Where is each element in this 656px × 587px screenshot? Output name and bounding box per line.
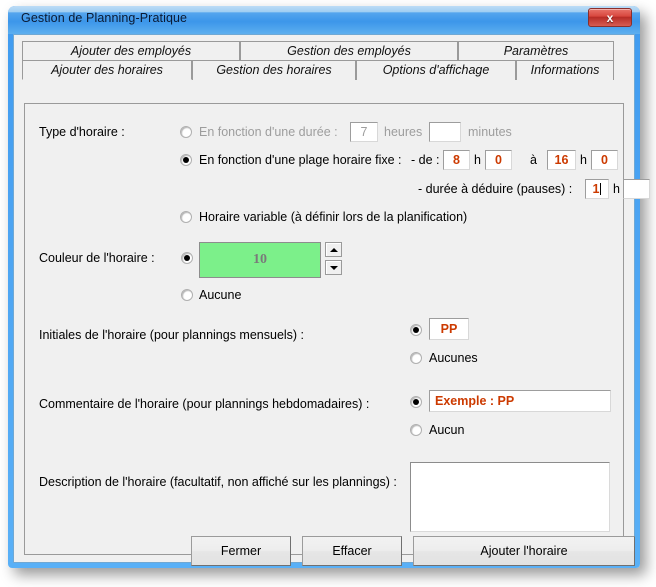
schedule-type-label: Type d'horaire : (39, 125, 125, 139)
close-button[interactable]: x (588, 8, 632, 27)
tab-options-daffichage[interactable]: Options d'affichage (356, 60, 516, 80)
tab-gestion-des-employes[interactable]: Gestion des employés (240, 41, 458, 61)
radio-couleur-aucune[interactable] (181, 289, 193, 301)
radio-initiales-aucunes[interactable] (410, 352, 422, 364)
pause-hour-input[interactable]: 1 (585, 179, 609, 199)
option-duration-label: En fonction d'une durée : (199, 125, 338, 139)
comment-label: Commentaire de l'horaire (pour plannings… (39, 397, 370, 411)
tab-label: Paramètres (503, 44, 569, 58)
from-minute-input[interactable]: 0 (485, 150, 512, 170)
tab-gestion-des-horaires[interactable]: Gestion des horaires (192, 60, 356, 80)
ajouter-lhoraire-button-label: Ajouter l'horaire (480, 544, 568, 558)
from-minute-value: 0 (495, 153, 502, 167)
tab-row-lower: Ajouter des horaires Gestion des horaire… (22, 60, 614, 80)
initials-value: PP (440, 322, 458, 336)
initials-none-label: Aucunes (429, 351, 478, 365)
tab-informations[interactable]: Informations (516, 60, 614, 80)
color-none-label: Aucune (199, 288, 242, 302)
to-hour-value: 16 (554, 153, 569, 167)
ajouter-lhoraire-button[interactable]: Ajouter l'horaire (413, 536, 635, 566)
radio-horaire-variable[interactable] (180, 211, 192, 223)
chevron-up-icon (329, 247, 338, 252)
radio-commentaire[interactable] (410, 396, 422, 408)
radio-initiales[interactable] (410, 324, 422, 336)
radio-couleur[interactable] (181, 252, 193, 264)
color-swatch[interactable]: 10 (199, 242, 321, 278)
duration-hours-value: 7 (360, 125, 368, 139)
title-bar: Gestion de Planning-Pratique x (8, 6, 640, 34)
chevron-down-icon (329, 265, 338, 270)
description-label: Description de l'horaire (facultatif, no… (39, 475, 397, 489)
color-swatch-value: 10 (253, 252, 267, 267)
fermer-button[interactable]: Fermer (191, 536, 291, 566)
tab-ajouter-des-employes[interactable]: Ajouter des employés (22, 41, 240, 61)
tab-label: Ajouter des horaires (51, 63, 163, 77)
radio-en-fonction-dune-duree[interactable] (180, 126, 192, 138)
to-minute-input[interactable]: 0 (591, 150, 618, 170)
effacer-button[interactable]: Effacer (302, 536, 402, 566)
dialog-client-area: Ajouter des employés Gestion des employé… (13, 34, 650, 566)
tab-ajouter-des-horaires[interactable]: Ajouter des horaires (22, 60, 192, 80)
initials-input[interactable]: PP (429, 318, 469, 340)
tab-row-upper: Ajouter des employés Gestion des employé… (22, 41, 614, 61)
from-hour-value: 8 (453, 153, 460, 167)
pause-minute-input[interactable] (623, 179, 650, 199)
radio-commentaire-aucun[interactable] (410, 424, 422, 436)
dialog-window: Gestion de Planning-Pratique x Ajouter d… (8, 6, 650, 568)
pause-hour-separator: h (613, 182, 620, 196)
tab-label: Ajouter des employés (70, 44, 192, 58)
duration-minutes-unit-label: minutes (468, 125, 512, 139)
to-minute-value: 0 (601, 153, 608, 167)
from-hour-separator: h (474, 153, 481, 167)
pause-hour-value: 1 (592, 182, 600, 196)
option-fixed-range-label: En fonction d'une plage horaire fixe : (199, 153, 402, 167)
tab-label: Gestion des horaires (216, 63, 332, 77)
fermer-button-label: Fermer (220, 544, 262, 558)
comment-none-label: Aucun (429, 423, 465, 437)
from-label: - de : (411, 153, 440, 167)
radio-plage-horaire-fixe[interactable] (180, 154, 192, 166)
duration-hours-unit-label: heures (384, 125, 423, 139)
duration-hours-input[interactable]: 7 (350, 122, 378, 142)
initials-label: Initiales de l'horaire (pour plannings m… (39, 328, 305, 342)
color-label: Couleur de l'horaire : (39, 251, 155, 265)
to-hour-input[interactable]: 16 (547, 150, 576, 170)
text-caret (600, 183, 602, 195)
tab-label: Informations (530, 63, 600, 77)
tab-label: Gestion des employés (287, 44, 411, 58)
option-variable-label: Horaire variable (à définir lors de la p… (199, 210, 468, 224)
tab-label: Options d'affichage (382, 63, 490, 77)
window-title: Gestion de Planning-Pratique (21, 11, 188, 25)
tab-parametres[interactable]: Paramètres (458, 41, 614, 61)
effacer-button-label: Effacer (332, 544, 372, 558)
comment-value: Exemple : PP (435, 394, 515, 408)
color-spinner-down-button[interactable] (325, 260, 342, 275)
comment-input[interactable]: Exemple : PP (429, 390, 611, 412)
to-hour-separator: h (580, 153, 587, 167)
tab-panel-ajouter-des-horaires: Type d'horaire : En fonction d'une durée… (24, 103, 650, 566)
from-hour-input[interactable]: 8 (443, 150, 470, 170)
close-icon: x (606, 11, 614, 25)
pause-label: - durée à déduire (pauses) : (418, 182, 573, 196)
duration-minutes-input[interactable] (429, 122, 461, 142)
description-textarea[interactable] (410, 462, 610, 532)
to-label: à (530, 153, 537, 167)
color-spinner-up-button[interactable] (325, 242, 342, 257)
